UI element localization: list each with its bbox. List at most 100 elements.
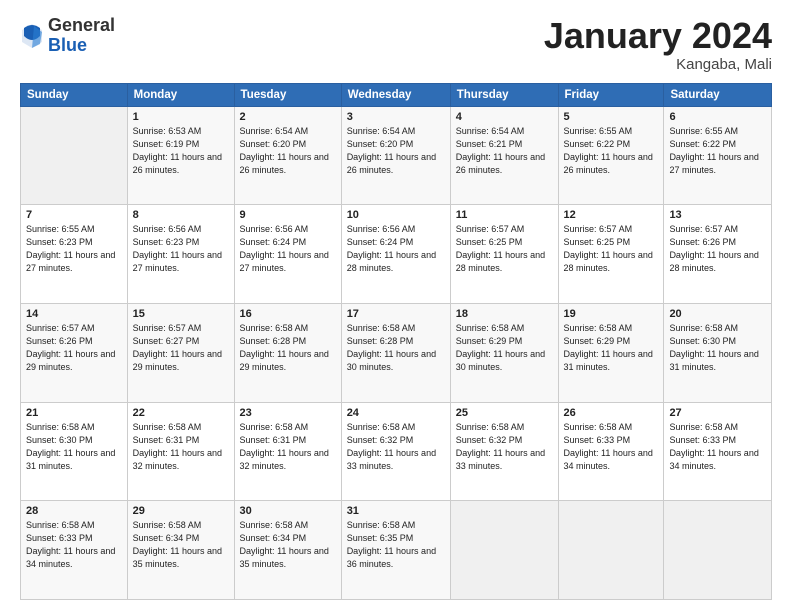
day-info: Sunrise: 6:58 AMSunset: 6:32 PMDaylight:… <box>456 421 553 473</box>
calendar-cell: 2Sunrise: 6:54 AMSunset: 6:20 PMDaylight… <box>234 106 341 205</box>
calendar-body: 1 Sunrise: 6:53 AMSunset: 6:19 PMDaylight… <box>21 106 772 599</box>
day-info: Sunrise: 6:58 AMSunset: 6:29 PMDaylight:… <box>456 322 553 374</box>
header-row: Sunday Monday Tuesday Wednesday Thursday… <box>21 83 772 106</box>
day-info: Sunrise: 6:55 AMSunset: 6:22 PMDaylight:… <box>669 125 766 177</box>
day-number: 30 <box>240 505 336 517</box>
day-info: Sunrise: 6:54 AMSunset: 6:20 PMDaylight:… <box>347 125 445 177</box>
logo-icon <box>20 22 44 50</box>
day-number: 31 <box>347 505 445 517</box>
calendar-cell: 11 Sunrise: 6:57 AMSunset: 6:25 PMDayligh… <box>450 205 558 304</box>
title-block: January 2024 Kangaba, Mali <box>544 16 772 73</box>
day-number: 1 <box>133 111 229 123</box>
calendar-cell: 21 Sunrise: 6:58 AMSunset: 6:30 PMDayligh… <box>21 402 128 501</box>
day-number: 6 <box>669 111 766 123</box>
day-info: Sunrise: 6:58 AMSunset: 6:32 PMDaylight:… <box>347 421 445 473</box>
day-info: Sunrise: 6:56 AMSunset: 6:24 PMDaylight:… <box>240 223 336 275</box>
day-info: Sunrise: 6:58 AMSunset: 6:30 PMDaylight:… <box>669 322 766 374</box>
calendar-cell: 24 Sunrise: 6:58 AMSunset: 6:32 PMDayligh… <box>341 402 450 501</box>
day-number: 17 <box>347 308 445 320</box>
day-info: Sunrise: 6:58 AMSunset: 6:29 PMDaylight:… <box>564 322 659 374</box>
calendar-cell: 19 Sunrise: 6:58 AMSunset: 6:29 PMDayligh… <box>558 303 664 402</box>
day-number: 7 <box>26 209 122 221</box>
day-number: 11 <box>456 209 553 221</box>
calendar-cell: 1 Sunrise: 6:53 AMSunset: 6:19 PMDaylight… <box>127 106 234 205</box>
calendar-cell <box>21 106 128 205</box>
day-info: Sunrise: 6:58 AMSunset: 6:30 PMDaylight:… <box>26 421 122 473</box>
logo-blue-text: Blue <box>48 36 115 56</box>
day-info: Sunrise: 6:58 AMSunset: 6:34 PMDaylight:… <box>240 519 336 571</box>
day-info: Sunrise: 6:58 AMSunset: 6:35 PMDaylight:… <box>347 519 445 571</box>
calendar-cell: 3 Sunrise: 6:54 AMSunset: 6:20 PMDaylight… <box>341 106 450 205</box>
day-number: 18 <box>456 308 553 320</box>
day-number: 29 <box>133 505 229 517</box>
day-number: 10 <box>347 209 445 221</box>
day-info: Sunrise: 6:57 AMSunset: 6:27 PMDaylight:… <box>133 322 229 374</box>
calendar-cell <box>450 501 558 600</box>
calendar-week-4: 28Sunrise: 6:58 AMSunset: 6:33 PMDayligh… <box>21 501 772 600</box>
day-number: 27 <box>669 407 766 419</box>
logo-text: General Blue <box>48 16 115 56</box>
col-tuesday: Tuesday <box>234 83 341 106</box>
calendar-cell: 5Sunrise: 6:55 AMSunset: 6:22 PMDaylight… <box>558 106 664 205</box>
calendar-cell: 12Sunrise: 6:57 AMSunset: 6:25 PMDayligh… <box>558 205 664 304</box>
day-info: Sunrise: 6:58 AMSunset: 6:31 PMDaylight:… <box>240 421 336 473</box>
day-info: Sunrise: 6:58 AMSunset: 6:34 PMDaylight:… <box>133 519 229 571</box>
calendar-cell: 30 Sunrise: 6:58 AMSunset: 6:34 PMDayligh… <box>234 501 341 600</box>
col-wednesday: Wednesday <box>341 83 450 106</box>
col-saturday: Saturday <box>664 83 772 106</box>
calendar-week-1: 7 Sunrise: 6:55 AMSunset: 6:23 PMDaylight… <box>21 205 772 304</box>
calendar-cell: 28Sunrise: 6:58 AMSunset: 6:33 PMDayligh… <box>21 501 128 600</box>
day-info: Sunrise: 6:53 AMSunset: 6:19 PMDaylight:… <box>133 125 229 177</box>
day-info: Sunrise: 6:58 AMSunset: 6:33 PMDaylight:… <box>564 421 659 473</box>
day-number: 14 <box>26 308 122 320</box>
col-thursday: Thursday <box>450 83 558 106</box>
day-number: 26 <box>564 407 659 419</box>
day-number: 2 <box>240 111 336 123</box>
calendar-cell: 27Sunrise: 6:58 AMSunset: 6:33 PMDayligh… <box>664 402 772 501</box>
day-info: Sunrise: 6:54 AMSunset: 6:21 PMDaylight:… <box>456 125 553 177</box>
calendar-cell: 22 Sunrise: 6:58 AMSunset: 6:31 PMDayligh… <box>127 402 234 501</box>
calendar-week-3: 21 Sunrise: 6:58 AMSunset: 6:30 PMDayligh… <box>21 402 772 501</box>
calendar-header: Sunday Monday Tuesday Wednesday Thursday… <box>21 83 772 106</box>
calendar-cell: 16Sunrise: 6:58 AMSunset: 6:28 PMDayligh… <box>234 303 341 402</box>
calendar-cell: 18 Sunrise: 6:58 AMSunset: 6:29 PMDayligh… <box>450 303 558 402</box>
logo: General Blue <box>20 16 115 56</box>
day-number: 22 <box>133 407 229 419</box>
calendar-cell: 6 Sunrise: 6:55 AMSunset: 6:22 PMDaylight… <box>664 106 772 205</box>
day-number: 20 <box>669 308 766 320</box>
day-number: 3 <box>347 111 445 123</box>
calendar-cell: 7 Sunrise: 6:55 AMSunset: 6:23 PMDaylight… <box>21 205 128 304</box>
day-info: Sunrise: 6:58 AMSunset: 6:33 PMDaylight:… <box>26 519 122 571</box>
day-number: 19 <box>564 308 659 320</box>
day-number: 24 <box>347 407 445 419</box>
day-info: Sunrise: 6:55 AMSunset: 6:23 PMDaylight:… <box>26 223 122 275</box>
day-number: 16 <box>240 308 336 320</box>
calendar-table: Sunday Monday Tuesday Wednesday Thursday… <box>20 83 772 600</box>
day-number: 25 <box>456 407 553 419</box>
day-number: 8 <box>133 209 229 221</box>
day-number: 13 <box>669 209 766 221</box>
calendar-cell: 31 Sunrise: 6:58 AMSunset: 6:35 PMDayligh… <box>341 501 450 600</box>
calendar-cell: 23Sunrise: 6:58 AMSunset: 6:31 PMDayligh… <box>234 402 341 501</box>
day-number: 12 <box>564 209 659 221</box>
calendar-cell: 9 Sunrise: 6:56 AMSunset: 6:24 PMDaylight… <box>234 205 341 304</box>
day-number: 9 <box>240 209 336 221</box>
day-number: 4 <box>456 111 553 123</box>
day-info: Sunrise: 6:58 AMSunset: 6:28 PMDaylight:… <box>347 322 445 374</box>
calendar-cell: 8 Sunrise: 6:56 AMSunset: 6:23 PMDaylight… <box>127 205 234 304</box>
day-info: Sunrise: 6:57 AMSunset: 6:26 PMDaylight:… <box>26 322 122 374</box>
day-info: Sunrise: 6:58 AMSunset: 6:31 PMDaylight:… <box>133 421 229 473</box>
day-number: 5 <box>564 111 659 123</box>
col-monday: Monday <box>127 83 234 106</box>
calendar-cell: 15Sunrise: 6:57 AMSunset: 6:27 PMDayligh… <box>127 303 234 402</box>
day-number: 21 <box>26 407 122 419</box>
day-info: Sunrise: 6:57 AMSunset: 6:25 PMDaylight:… <box>456 223 553 275</box>
calendar-cell: 17 Sunrise: 6:58 AMSunset: 6:28 PMDayligh… <box>341 303 450 402</box>
calendar-week-2: 14 Sunrise: 6:57 AMSunset: 6:26 PMDayligh… <box>21 303 772 402</box>
month-title: January 2024 <box>544 16 772 56</box>
calendar-cell <box>664 501 772 600</box>
day-info: Sunrise: 6:56 AMSunset: 6:23 PMDaylight:… <box>133 223 229 275</box>
calendar-cell: 14 Sunrise: 6:57 AMSunset: 6:26 PMDayligh… <box>21 303 128 402</box>
calendar-cell: 13Sunrise: 6:57 AMSunset: 6:26 PMDayligh… <box>664 205 772 304</box>
calendar-cell: 20 Sunrise: 6:58 AMSunset: 6:30 PMDayligh… <box>664 303 772 402</box>
